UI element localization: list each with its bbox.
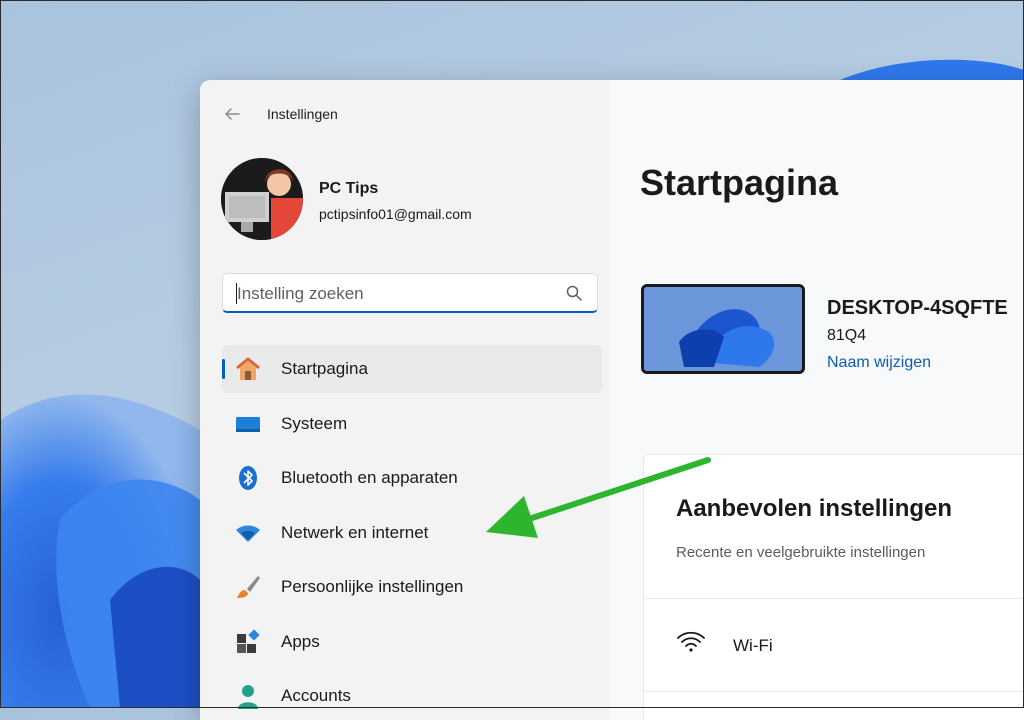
- sidebar-item-startpagina[interactable]: Startpagina: [222, 345, 602, 393]
- user-email: pctipsinfo01@gmail.com: [319, 206, 472, 222]
- windows-bloom-icon: [644, 287, 802, 371]
- home-icon: [236, 357, 260, 380]
- wifi-icon: [677, 631, 705, 652]
- apps-icon: [237, 628, 260, 653]
- recommended-item-wifi[interactable]: Wi-Fi: [644, 599, 1024, 691]
- brush-icon: [237, 576, 260, 598]
- sidebar-item-label: Bluetooth en apparaten: [281, 468, 458, 487]
- user-name: PC Tips: [319, 180, 379, 197]
- annotation-arrow-icon: [486, 457, 711, 538]
- app-title: Instellingen: [267, 106, 338, 122]
- monitor-icon: [236, 416, 260, 432]
- sidebar-item-label: Accounts: [281, 686, 351, 705]
- settings-window: Instellingen PC Tips pctipsinfo01@gmail.…: [200, 80, 1024, 720]
- text-caret: [236, 283, 237, 304]
- sidebar-item-label: Persoonlijke instellingen: [281, 577, 464, 596]
- page-title: Startpagina: [640, 162, 839, 203]
- sidebar-item-label: Apps: [281, 631, 320, 651]
- sidebar-item-label: Startpagina: [281, 359, 368, 378]
- sidebar-item-systeem[interactable]: Systeem: [222, 400, 602, 448]
- account-icon: [238, 685, 258, 709]
- device-model: 81Q4: [827, 327, 867, 344]
- search-icon[interactable]: [565, 284, 583, 302]
- sidebar-item-persoonlijk[interactable]: Persoonlijke instellingen: [222, 563, 602, 611]
- sidebar-item-accounts[interactable]: Accounts: [222, 672, 602, 720]
- title-bar: Instellingen: [200, 80, 610, 140]
- sidebar-item-label: Netwerk en internet: [281, 522, 429, 542]
- bluetooth-icon: [239, 466, 257, 490]
- sidebar-item-apps[interactable]: Apps: [222, 618, 602, 666]
- rename-link[interactable]: Naam wijzigen: [827, 354, 931, 372]
- divider: [644, 691, 1024, 692]
- avatar[interactable]: [221, 158, 303, 240]
- wifi-network-icon: [236, 525, 260, 542]
- device-thumbnail: [641, 284, 805, 374]
- recommended-item-label: Wi-Fi: [733, 636, 773, 655]
- back-arrow-icon: [225, 108, 240, 120]
- search-box[interactable]: [222, 273, 598, 313]
- search-input[interactable]: [235, 282, 549, 306]
- device-name: DESKTOP-4SQFTE: [827, 297, 1008, 319]
- sidebar-item-label: Systeem: [281, 413, 348, 433]
- user-avatar-icon: [221, 158, 303, 240]
- back-button[interactable]: [220, 102, 244, 126]
